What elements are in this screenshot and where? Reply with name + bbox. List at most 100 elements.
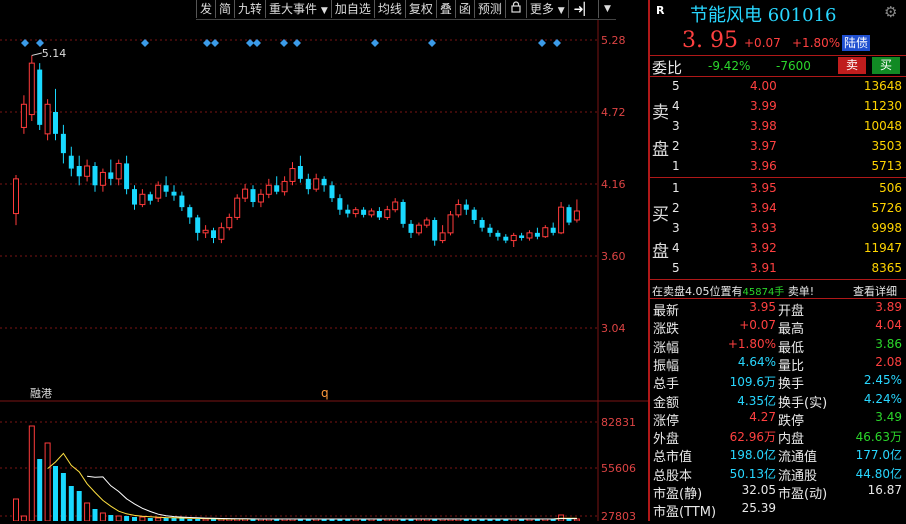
high-marker-label: 5.14 [42, 47, 67, 60]
candle-body-up [155, 184, 162, 199]
candle-body-up [84, 165, 91, 177]
volume-bar [84, 502, 91, 522]
toolbar-major-events-label: 重大事件 [269, 2, 318, 16]
lugu-tag[interactable]: 陆债 [842, 35, 871, 51]
candle-body-down [76, 166, 82, 177]
view-detail-link[interactable]: 查看详细 [853, 283, 897, 299]
divider [650, 298, 906, 299]
volume-bar [44, 442, 51, 522]
volume-bar [68, 486, 74, 521]
ask-row-2[interactable]: 2 3.97 3503 [650, 137, 906, 155]
big-order-notice[interactable]: 在卖盘4.05位置有45874手 卖单! [652, 283, 814, 299]
event-marker-icon [246, 39, 254, 47]
candle-body-down [329, 185, 335, 199]
bid-level: 2 [672, 201, 680, 215]
volume-bar [60, 473, 66, 521]
stat-value: 177.0亿 [855, 448, 902, 463]
candle-body-up [423, 219, 430, 226]
toolbar-add-watchlist[interactable]: 加自选 [330, 0, 374, 18]
ask-level: 3 [672, 119, 680, 133]
candle-body-down [487, 227, 493, 233]
ask-row-3[interactable]: 3 3.98 10048 [650, 117, 906, 135]
ask-price: 3.99 [750, 99, 777, 113]
ask-row-5[interactable]: 5 4.00 13648 [650, 77, 906, 95]
toolbar-adjust[interactable]: 复权 [404, 0, 436, 18]
stat-value: 3.89 [875, 300, 902, 314]
candle-body-down [211, 230, 216, 238]
candle-body-up [234, 197, 241, 218]
candle-body-up [226, 216, 233, 229]
candle-body-down [132, 189, 137, 205]
caret-down-icon[interactable]: ▼ [597, 0, 616, 18]
stat-value: 25.39 [741, 501, 776, 516]
candle-body-down [124, 163, 130, 190]
ask-price: 3.96 [750, 159, 777, 173]
event-marker-icon [211, 39, 219, 47]
chart-label: q [321, 386, 329, 400]
candle-body-down [250, 189, 256, 202]
price-tick-label: 4.72 [601, 106, 626, 119]
stat-value: 3.95 [749, 300, 776, 314]
candle-body-down [60, 133, 66, 154]
toolbar-forecast[interactable]: 预测 [473, 0, 505, 18]
bid-row-2[interactable]: 2 3.94 5726 [650, 199, 906, 217]
volume-bar [53, 466, 58, 521]
kline-chart-svg[interactable]: 5.28 4.72 4.16 3.60 3.04 82831 55606 27803 5.14 融… [0, 0, 648, 523]
gear-icon[interactable]: ⚙ [884, 3, 897, 21]
toolbar-jiuzhuan[interactable]: 九转 [234, 0, 265, 18]
stat-label: 总股本 [653, 468, 693, 484]
toolbar-moving-average[interactable]: 均线 [373, 0, 405, 18]
volume-bar [124, 516, 130, 521]
sell-button[interactable]: 卖 [838, 57, 866, 74]
candle-body-up [44, 103, 51, 135]
volume-bar [13, 498, 19, 522]
stat-value: +1.80% [727, 336, 776, 351]
stat-value: 2.45% [863, 373, 902, 388]
bid-row-3[interactable]: 3 3.93 9998 [650, 219, 906, 237]
weibi-value: -9.42% [708, 59, 751, 73]
toolbar-function[interactable]: 函 [454, 0, 474, 18]
stat-value: +0.07 [739, 318, 776, 333]
stat-value: 32.05 [741, 483, 776, 497]
bid-row-1[interactable]: 1 3.95 506 [650, 179, 906, 197]
candle-body-up [99, 171, 106, 186]
candle-body-up [368, 210, 375, 216]
ask-row-4[interactable]: 4 3.99 11230 [650, 97, 906, 115]
stat-value: 4.04 [875, 318, 902, 333]
toolbar-major-events[interactable]: 重大事件 ▼ [265, 0, 331, 18]
candle-body-down [337, 198, 343, 210]
stat-label: 市盈(静) [653, 487, 703, 502]
stat-label: 内盘 [778, 432, 805, 448]
bid-row-5[interactable]: 5 3.91 8365 [650, 259, 906, 277]
volume-bar [28, 425, 35, 522]
price-tick-label: 4.16 [601, 178, 626, 191]
bid-row-4[interactable]: 4 3.92 11947 [650, 239, 906, 257]
candle-body-down [495, 232, 501, 237]
arrow-right-icon[interactable]: ➜▏ [567, 0, 598, 18]
ask-row-1[interactable]: 1 3.96 5713 [650, 157, 906, 175]
stat-value: 3.86 [875, 336, 902, 351]
stat-value: 4.24% [863, 391, 902, 406]
stat-value: 50.13亿 [729, 466, 776, 481]
candle-body-down [297, 166, 303, 179]
candle-body-up [392, 201, 399, 211]
chart-toolbar: 发 简 九转 重大事件 ▼ 加自选 均线 复权 叠 函 预测 更多 ▼ ➜▏ ▼ [196, 0, 616, 20]
candle-body-down [432, 220, 438, 241]
candle-body-down [471, 209, 477, 220]
lock-icon[interactable] [504, 0, 526, 18]
kline-chart-area[interactable]: 5.28 4.72 4.16 3.60 3.04 82831 55606 27803 5.14 融… [0, 0, 648, 523]
toolbar-overlay[interactable]: 叠 [435, 0, 455, 18]
stat-label: 量比 [778, 358, 805, 374]
toolbar-jian[interactable]: 简 [215, 0, 234, 18]
toolbar-fa[interactable]: 发 [196, 0, 215, 18]
candle-body-down [463, 204, 469, 210]
candle-body-down [400, 202, 406, 224]
stat-label: 涨停 [653, 413, 680, 429]
stat-value: 2.08 [875, 354, 902, 369]
toolbar-more[interactable]: 更多 ▼ [525, 0, 568, 18]
stat-label: 涨幅 [653, 340, 680, 356]
candle-body-down [519, 235, 525, 238]
buy-button[interactable]: 买 [872, 57, 900, 74]
notice-suffix: 卖单! [787, 285, 815, 298]
stat-value: 62.96万 [729, 430, 776, 445]
